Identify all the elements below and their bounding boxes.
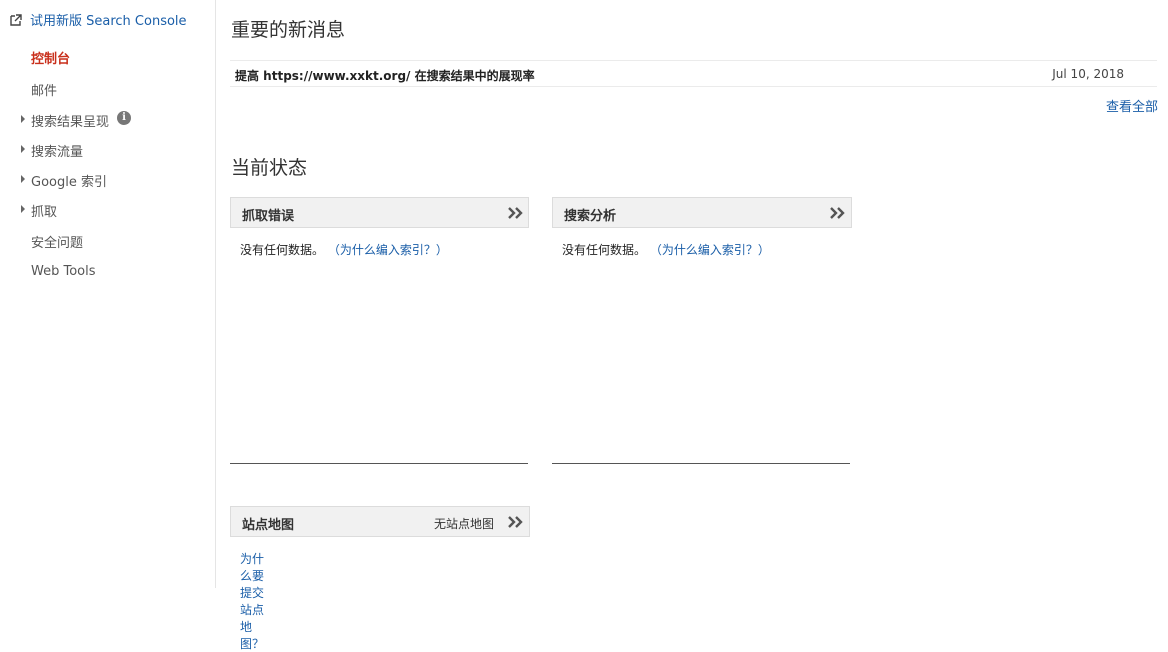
sitemaps-title: 站点地图 [242,518,295,533]
try-new-console-label: 试用新版 Search Console [30,14,187,29]
message-date: Jul 10, 2018 [1052,67,1124,81]
message-row[interactable]: 提高 https://www.xxkt.org/ 在搜索结果中的展现率 Jul … [230,60,1157,87]
info-icon[interactable]: i [117,111,131,125]
expand-crawl-icon[interactable] [21,205,25,213]
nav-search-appearance[interactable]: 搜索结果呈现 [31,111,109,130]
crawl-errors-body: 没有任何数据。 （为什么编入索引？） [240,241,448,258]
why-submit-sitemap-link[interactable]: 为什么要提交站点地图？ [240,550,264,652]
crawl-errors-title: 抓取错误 [242,209,295,224]
nav-search-traffic[interactable]: 搜索流量 [31,141,83,160]
try-new-console-link[interactable]: 试用新版 Search Console [10,10,187,29]
why-indexed-link[interactable]: （为什么编入索引？） [328,243,448,257]
no-data-text: 没有任何数据。 [562,243,647,257]
search-analytics-header[interactable]: 搜索分析 [552,197,852,228]
nav-security-issues[interactable]: 安全问题 [31,232,83,251]
search-analytics-body: 没有任何数据。 （为什么编入索引？） [562,241,770,258]
nav-google-index[interactable]: Google 索引 [31,171,107,190]
messages-heading: 重要的新消息 [231,19,346,41]
sitemaps-header[interactable]: 站点地图 无站点地图 [230,506,530,537]
main-content: 重要的新消息 提高 https://www.xxkt.org/ 在搜索结果中的展… [217,0,1168,651]
why-indexed-link[interactable]: （为什么编入索引？） [650,243,770,257]
search-analytics-title: 搜索分析 [564,209,617,224]
status-heading: 当前状态 [231,157,308,179]
expand-google-index-icon[interactable] [21,175,25,183]
sitemaps-status: 无站点地图 [434,517,495,531]
card-divider [552,463,850,464]
message-text[interactable]: 提高 https://www.xxkt.org/ 在搜索结果中的展现率 [235,67,535,84]
crawl-errors-header[interactable]: 抓取错误 [230,197,529,228]
double-chevron-right-icon[interactable] [507,515,523,529]
expand-search-appearance-icon[interactable] [21,115,25,123]
nav-messages[interactable]: 邮件 [31,80,57,99]
nav-dashboard[interactable]: 控制台 [31,48,70,67]
double-chevron-right-icon[interactable] [507,206,523,220]
no-data-text: 没有任何数据。 [240,243,325,257]
card-divider [230,463,528,464]
nav-web-tools[interactable]: Web Tools [31,264,96,279]
expand-search-traffic-icon[interactable] [21,145,25,153]
double-chevron-right-icon[interactable] [829,206,845,220]
sidebar: 试用新版 Search Console 控制台 邮件 搜索结果呈现 i 搜索流量… [0,0,216,588]
nav-crawl[interactable]: 抓取 [31,201,57,220]
view-all-link[interactable]: 查看全部 [1106,96,1158,115]
external-link-icon [10,13,22,26]
